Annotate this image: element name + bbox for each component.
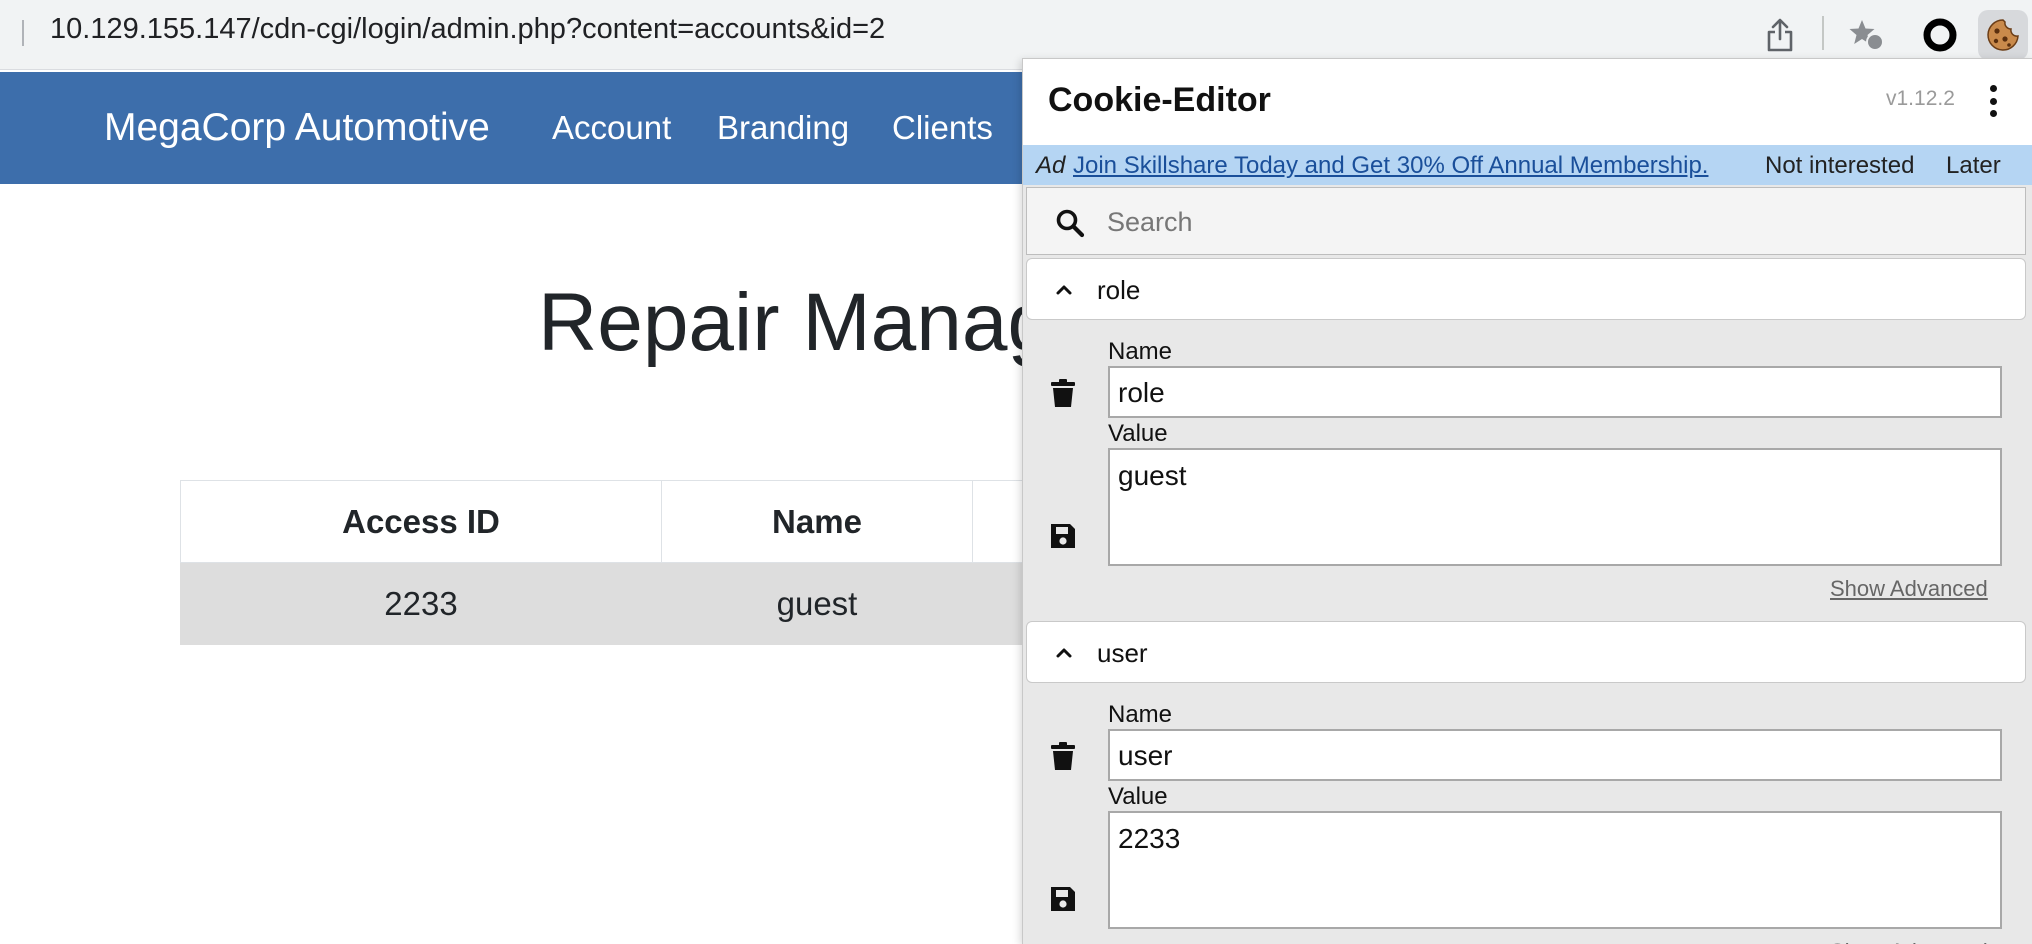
cookie-editor-header: Cookie-Editor v1.12.2 (1023, 59, 2032, 145)
ring-extension-icon[interactable] (1915, 10, 1965, 60)
show-advanced-link[interactable]: Show Advanced (1830, 576, 1988, 602)
cell-access-id: 2233 (180, 562, 662, 645)
ad-banner: Ad Join Skillshare Today and Get 30% Off… (1023, 145, 2032, 185)
cell-name: guest (661, 562, 973, 645)
show-advanced-link[interactable]: Show Advanced (1830, 939, 1988, 944)
nav-link-clients[interactable]: Clients (892, 109, 993, 147)
save-icon[interactable] (1049, 884, 1077, 914)
search-bar (1026, 187, 2026, 255)
save-icon[interactable] (1049, 521, 1077, 551)
chevron-up-icon (1056, 285, 1072, 295)
toolbar-divider (1822, 16, 1824, 50)
cookie-extension-icon[interactable] (1978, 10, 2028, 60)
search-input[interactable] (1107, 200, 1987, 244)
cookie-name-field[interactable]: user (1108, 729, 2002, 781)
address-bar-url[interactable]: 10.129.155.147/cdn-cgi/login/admin.php?c… (50, 13, 885, 46)
cookie-editor-popup: Cookie-Editor v1.12.2 Ad Join Skillshare… (1022, 58, 2032, 944)
ad-link[interactable]: Join Skillshare Today and Get 30% Off An… (1073, 152, 1708, 180)
value-label: Value (1108, 783, 1168, 810)
search-icon (1056, 209, 1085, 238)
name-label: Name (1108, 338, 1173, 365)
nav-link-account[interactable]: Account (552, 109, 671, 147)
ad-tag: Ad (1036, 152, 1066, 179)
ad-later-button[interactable]: Later (1946, 152, 2001, 180)
cookie-editor-version: v1.12.2 (1886, 87, 1955, 110)
share-icon[interactable] (1755, 10, 1805, 60)
tab-separator (22, 20, 24, 46)
chevron-up-icon (1056, 648, 1072, 658)
trash-icon[interactable] (1049, 378, 1077, 408)
cookie-header-label: role (1097, 275, 1141, 305)
cookie-value-field[interactable]: guest (1108, 448, 2002, 566)
star-extensions-icon[interactable] (1842, 10, 1892, 60)
cookie-value-field[interactable]: 2233 (1108, 811, 2002, 929)
column-header-name: Name (661, 480, 973, 563)
more-options-icon[interactable] (1981, 81, 2005, 121)
cookie-editor-title: Cookie-Editor (1048, 81, 1271, 119)
cookie-header-user[interactable]: user (1026, 621, 2026, 683)
ad-not-interested-button[interactable]: Not interested (1765, 152, 1914, 180)
cookie-header-role[interactable]: role (1026, 258, 2026, 320)
name-label: Name (1108, 701, 1173, 728)
cookie-header-label: user (1097, 638, 1148, 668)
site-brand[interactable]: MegaCorp Automotive (104, 106, 490, 150)
nav-link-branding[interactable]: Branding (717, 109, 849, 147)
trash-icon[interactable] (1049, 741, 1077, 771)
cookie-name-field[interactable]: role (1108, 366, 2002, 418)
page-title: Repair Manag (538, 277, 1054, 368)
column-header-access-id: Access ID (180, 480, 662, 563)
value-label: Value (1108, 420, 1168, 447)
